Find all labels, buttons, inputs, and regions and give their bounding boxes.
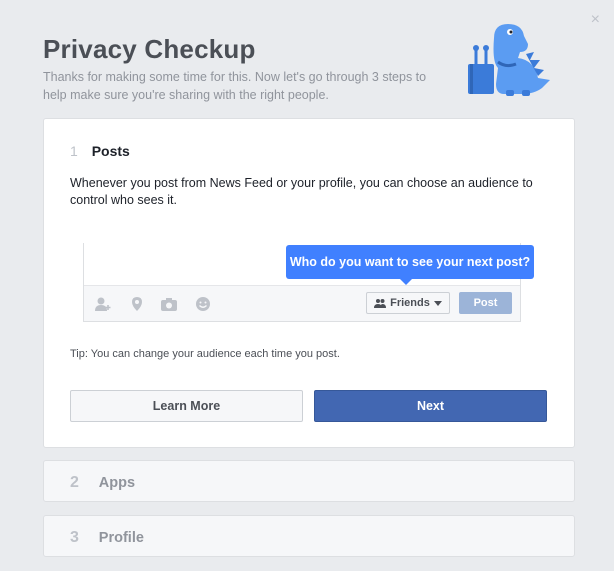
step-header: 1 Posts <box>70 143 130 159</box>
step-number: 1 <box>70 143 78 159</box>
step-header: 3 Profile <box>70 529 144 547</box>
composer-toolbar: Friends Post <box>84 285 520 321</box>
step-card-profile[interactable]: 3 Profile <box>43 515 575 557</box>
next-button[interactable]: Next <box>314 390 547 422</box>
audience-selector[interactable]: Friends <box>366 292 450 314</box>
friends-icon <box>374 299 387 308</box>
dinosaur-mascot-icon <box>468 24 550 96</box>
dialog-subtitle: Thanks for making some time for this. No… <box>43 70 427 102</box>
chevron-down-icon <box>433 300 442 306</box>
location-icon <box>132 297 142 311</box>
step-description: Whenever you post from News Feed or your… <box>70 176 533 207</box>
step-title: Apps <box>98 475 136 491</box>
tag-friends-icon <box>95 297 111 311</box>
step-tip: Tip: You can change your audience each t… <box>70 348 340 360</box>
dialog-title: Privacy Checkup <box>43 34 256 64</box>
step-number: 3 <box>70 529 79 546</box>
camera-icon <box>161 298 177 311</box>
privacy-checkup-dialog: × Privacy Checkup Thanks for making some… <box>0 0 614 571</box>
step-card-posts: 1 Posts Whenever you post from News Feed… <box>43 118 575 448</box>
step-title: Posts <box>91 143 130 159</box>
close-icon[interactable]: × <box>591 12 600 28</box>
step-title: Profile <box>98 530 144 546</box>
step-number: 2 <box>70 474 79 491</box>
post-button[interactable]: Post <box>459 292 512 314</box>
audience-label: Friends <box>390 297 430 309</box>
learn-more-button[interactable]: Learn More <box>70 390 303 422</box>
step-header: 2 Apps <box>70 474 135 492</box>
feeling-icon <box>196 297 210 311</box>
step-card-apps[interactable]: 2 Apps <box>43 460 575 502</box>
audience-tooltip: Who do you want to see your next post? <box>286 245 534 285</box>
